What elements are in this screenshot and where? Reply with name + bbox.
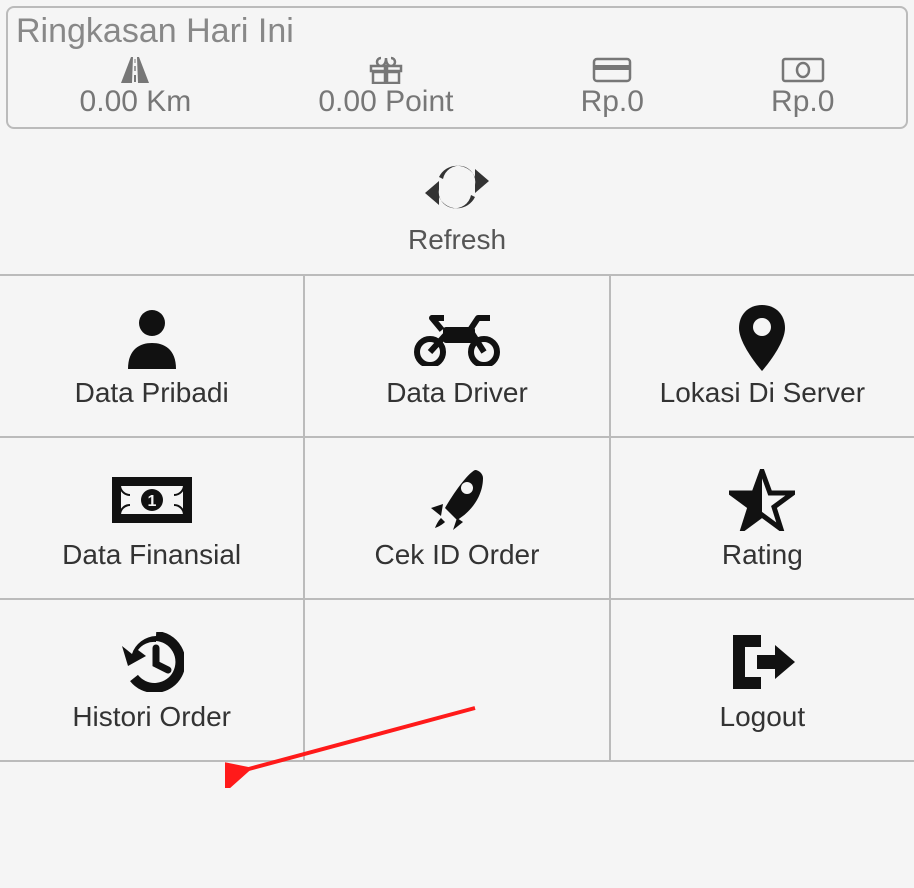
map-pin-icon — [737, 303, 787, 373]
menu-label: Data Driver — [386, 377, 528, 409]
summary-cash-value: Rp.0 — [771, 85, 834, 119]
menu-data-pribadi[interactable]: Data Pribadi — [0, 276, 303, 436]
menu-cek-id-order[interactable]: Cek ID Order — [305, 438, 608, 598]
logout-icon — [727, 627, 797, 697]
history-icon — [120, 627, 184, 697]
menu-lokasi-server[interactable]: Lokasi Di Server — [611, 276, 914, 436]
menu-label: Data Finansial — [62, 539, 241, 571]
menu-label: Lokasi Di Server — [660, 377, 865, 409]
menu-label: Cek ID Order — [375, 539, 540, 571]
rocket-icon — [427, 465, 487, 535]
menu-data-finansial[interactable]: 1 Data Finansial — [0, 438, 303, 598]
refresh-button[interactable]: Refresh — [0, 129, 914, 274]
star-icon — [729, 465, 795, 535]
summary-distance: 0.00 Km — [80, 55, 192, 119]
summary-row: 0.00 Km 0.00 Point Rp.0 Rp.0 — [16, 55, 898, 119]
card-icon — [592, 55, 632, 85]
summary-card: Ringkasan Hari Ini 0.00 Km 0.00 Point Rp… — [6, 6, 908, 129]
summary-card-balance: Rp.0 — [581, 55, 644, 119]
user-icon — [122, 303, 182, 373]
svg-text:1: 1 — [147, 493, 156, 510]
summary-points-value: 0.00 Point — [318, 85, 453, 119]
menu-histori-order[interactable]: Histori Order — [0, 600, 303, 760]
summary-distance-value: 0.00 Km — [80, 85, 192, 119]
road-icon — [117, 55, 153, 85]
gift-icon — [369, 55, 403, 85]
cash-icon — [781, 55, 825, 85]
menu-label: Rating — [722, 539, 803, 571]
money-icon: 1 — [110, 465, 194, 535]
summary-points: 0.00 Point — [318, 55, 453, 119]
summary-card-value: Rp.0 — [581, 85, 644, 119]
menu-label: Histori Order — [72, 701, 231, 733]
menu-logout[interactable]: Logout — [611, 600, 914, 760]
summary-title: Ringkasan Hari Ini — [16, 12, 898, 51]
refresh-icon — [421, 157, 493, 222]
menu-grid: Data Pribadi Data Driver Lokasi Di Serve… — [0, 274, 914, 762]
refresh-label: Refresh — [408, 224, 506, 256]
motorcycle-icon — [412, 303, 502, 373]
menu-rating[interactable]: Rating — [611, 438, 914, 598]
menu-data-driver[interactable]: Data Driver — [305, 276, 608, 436]
menu-label: Logout — [720, 701, 806, 733]
menu-label: Data Pribadi — [75, 377, 229, 409]
menu-empty — [305, 600, 608, 760]
summary-cash: Rp.0 — [771, 55, 834, 119]
